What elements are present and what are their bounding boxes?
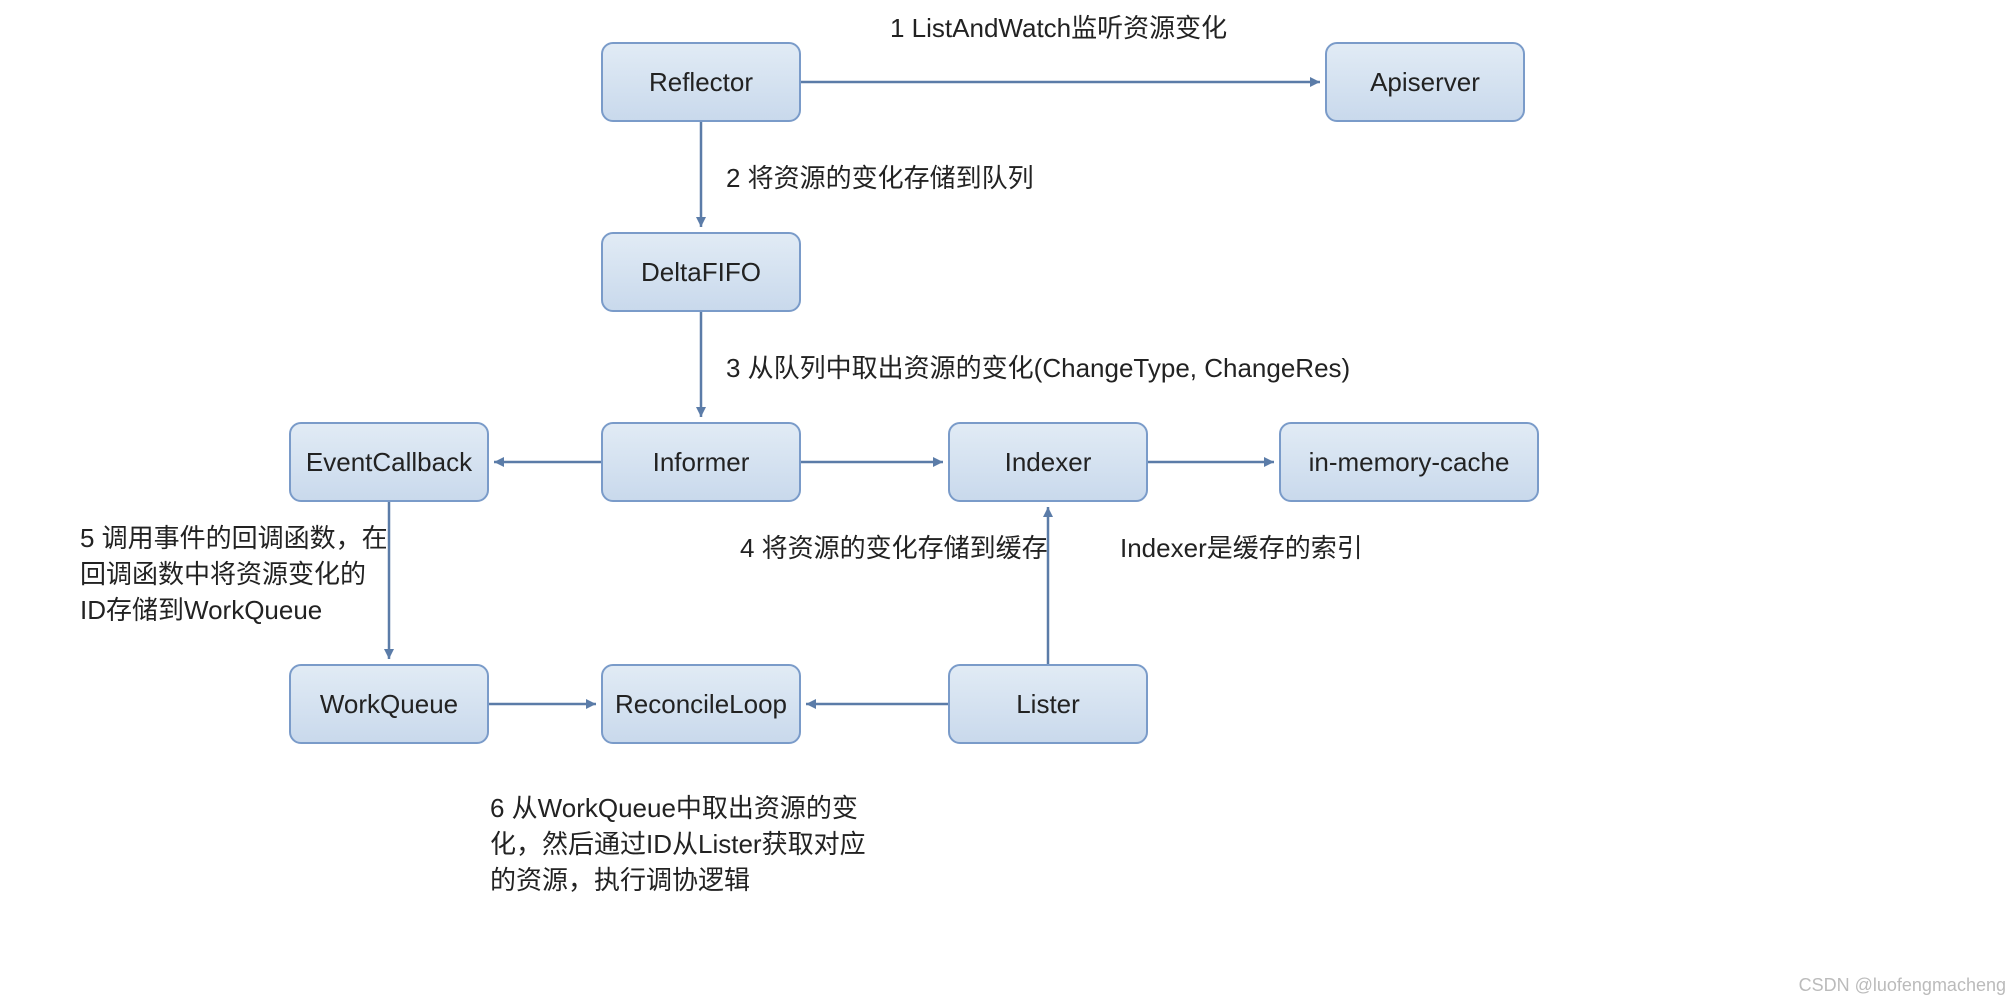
node-indexer: Indexer [948, 422, 1148, 502]
label-5-line1: 5 调用事件的回调函数，在 [80, 520, 388, 556]
label-2: 2 将资源的变化存储到队列 [726, 160, 1034, 196]
node-informer: Informer [601, 422, 801, 502]
label-6-line3: 的资源，执行调协逻辑 [490, 862, 750, 898]
watermark: CSDN @luofengmacheng [1799, 975, 2006, 996]
label-6-line2: 化，然后通过ID从Lister获取对应 [490, 826, 866, 862]
node-reconcileloop: ReconcileLoop [601, 664, 801, 744]
label-5-line2: 回调函数中将资源变化的 [80, 556, 366, 592]
node-lister: Lister [948, 664, 1148, 744]
node-workqueue: WorkQueue [289, 664, 489, 744]
node-eventcallback: EventCallback [289, 422, 489, 502]
label-3: 3 从队列中取出资源的变化(ChangeType, ChangeRes) [726, 350, 1350, 386]
label-indexer: Indexer是缓存的索引 [1120, 530, 1363, 566]
label-1: 1 ListAndWatch监听资源变化 [890, 10, 1227, 46]
node-deltafifo: DeltaFIFO [601, 232, 801, 312]
node-reflector: Reflector [601, 42, 801, 122]
node-inmemorycache: in-memory-cache [1279, 422, 1539, 502]
node-apiserver: Apiserver [1325, 42, 1525, 122]
label-4: 4 将资源的变化存储到缓存 [740, 530, 1048, 566]
label-6-line1: 6 从WorkQueue中取出资源的变 [490, 790, 858, 826]
label-5-line3: ID存储到WorkQueue [80, 592, 322, 628]
